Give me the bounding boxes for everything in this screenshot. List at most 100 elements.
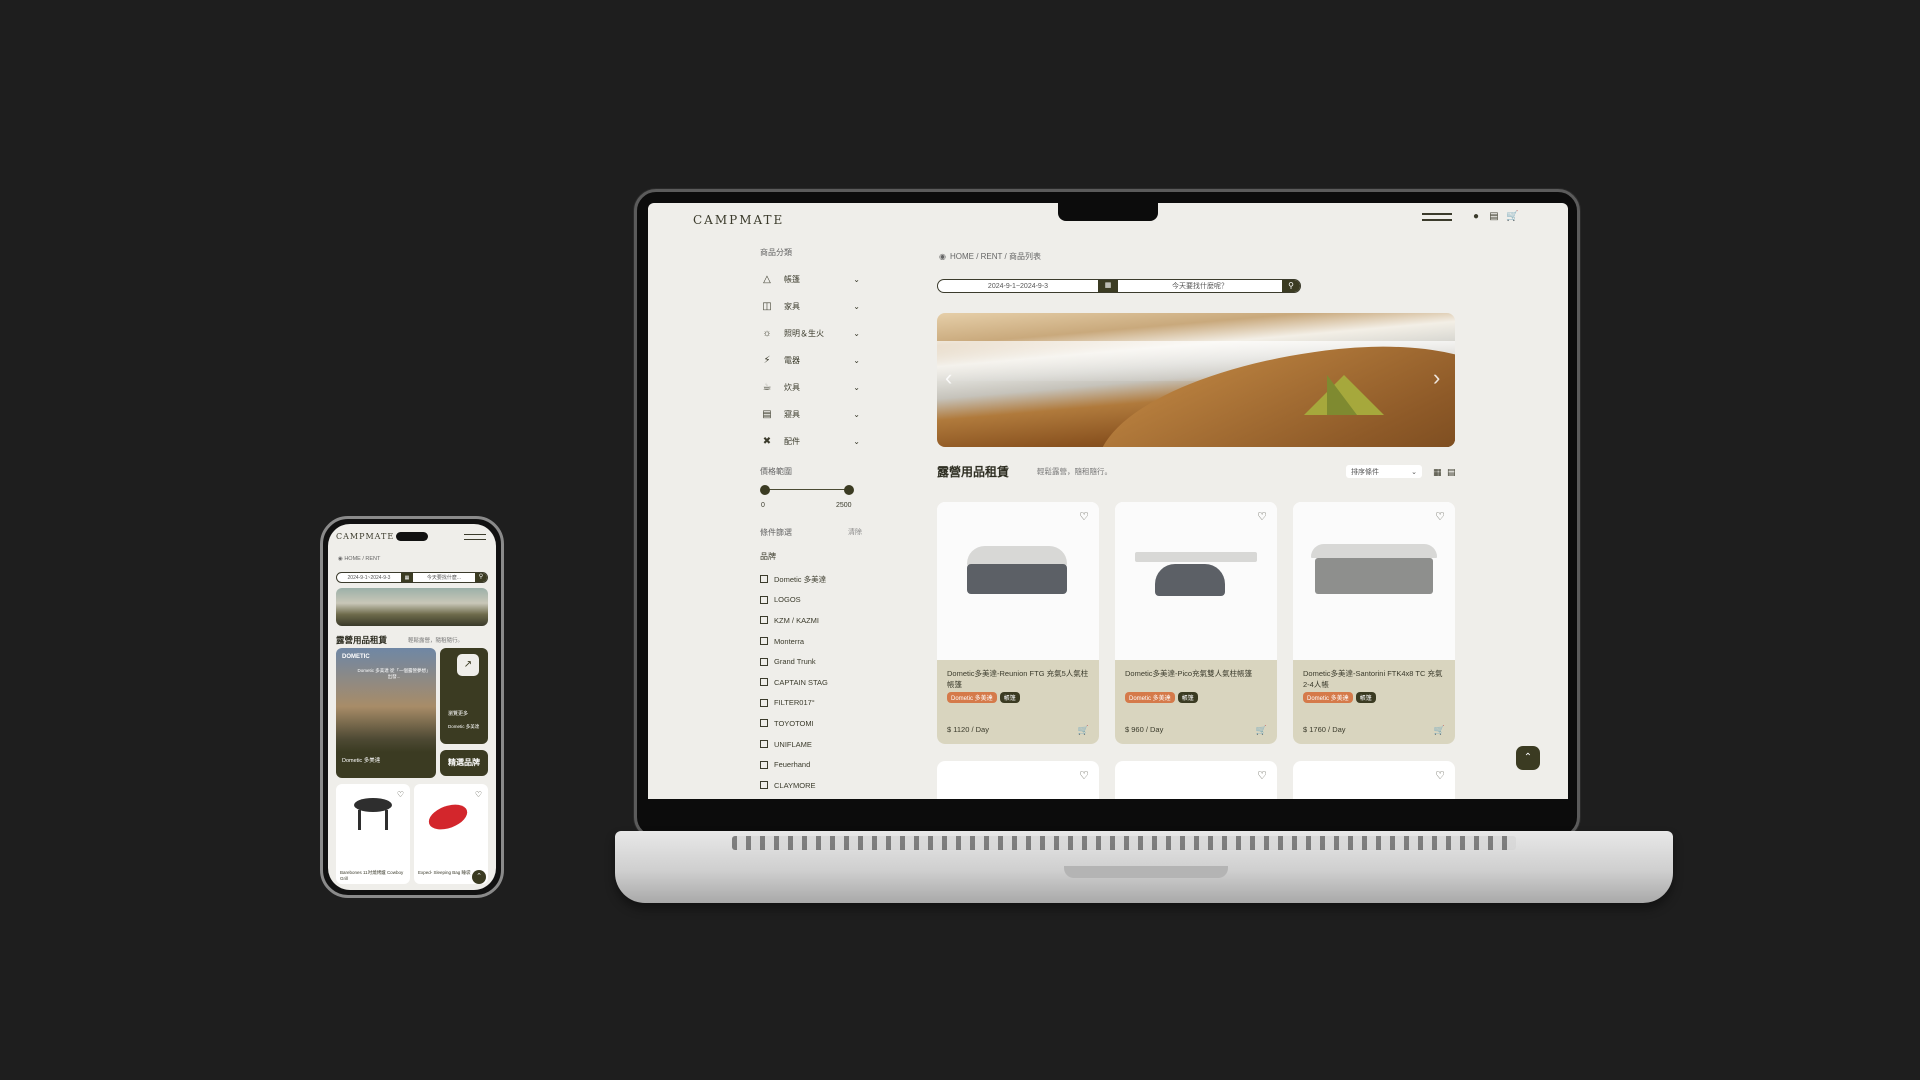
category-tag: 帳篷 (999, 692, 1020, 703)
brand-checkbox-item[interactable]: UNIFLAME (760, 734, 828, 755)
category-bedding[interactable]: ▤ 寢具 ⌄ (760, 401, 860, 428)
heart-icon[interactable]: ♡ (1435, 510, 1445, 523)
brand-label: Feuerhand (774, 760, 811, 770)
checkbox[interactable] (760, 698, 768, 707)
arrow-up-right-icon[interactable]: ↗ (457, 654, 479, 676)
search-icon[interactable]: ⚲ (1282, 280, 1300, 292)
category-tent[interactable]: △ 帳篷 ⌄ (760, 266, 860, 293)
chevron-down-icon[interactable]: ⌄ (853, 383, 860, 392)
brand-checkbox-item[interactable]: CAPTAIN STAG (760, 672, 828, 693)
user-icon[interactable]: ● (1470, 211, 1482, 223)
brand-checkbox-item[interactable]: Monterra (760, 631, 828, 652)
category-furniture[interactable]: ◫ 家具 ⌄ (760, 293, 860, 320)
brand-promo-card[interactable]: DOMETIC Dometic 多美達 從「一個露營夢想」出發... Domet… (336, 648, 436, 778)
brand-checkbox-item[interactable]: FILTER017° (760, 693, 828, 714)
category-electric[interactable]: ⚡ 電器 ⌄ (760, 347, 860, 374)
back-to-top-button[interactable]: ⌃ (1516, 746, 1540, 770)
add-to-cart-icon[interactable]: 🛒 (1256, 725, 1267, 736)
product-card[interactable]: ♡ Barebones 11吋燒烤爐 Cowboy Grill (336, 784, 410, 884)
brand-checkbox-item[interactable]: Dometic 多美達 (760, 569, 828, 590)
date-range-input[interactable]: 2024-9-1~2024-9-3 (938, 283, 1098, 290)
grid-view-icon[interactable]: ▦ (1433, 467, 1442, 478)
sort-dropdown[interactable]: 排序條件 ⌄ (1346, 465, 1422, 478)
product-name[interactable]: Dometic多美達-Reunion FTG 充氣5人氣柱帳篷 (947, 668, 1089, 690)
brand-checkbox-item[interactable]: Grand Trunk (760, 651, 828, 672)
brand-checkbox-item[interactable]: TOYOTOMI (760, 713, 828, 734)
brand-checkbox-item[interactable]: KZM / KAZMI (760, 610, 828, 631)
checkbox[interactable] (760, 575, 768, 584)
add-to-cart-icon[interactable]: 🛒 (1434, 725, 1445, 736)
calendar-icon[interactable]: ▦ (401, 573, 413, 582)
site-logo[interactable]: CAMPMATE (693, 213, 784, 227)
menu-icon[interactable] (464, 534, 486, 540)
breadcrumb-text[interactable]: HOME / RENT (344, 556, 380, 562)
checkbox[interactable] (760, 595, 768, 604)
message-icon[interactable]: ▤ (1488, 211, 1500, 223)
category-accessories[interactable]: ✖ 配件 ⌄ (760, 428, 860, 455)
checkbox[interactable] (760, 781, 768, 790)
category-lighting[interactable]: ☼ 照明＆生火 ⌄ (760, 320, 860, 347)
chevron-down-icon[interactable]: ⌄ (853, 410, 860, 419)
clear-filter-link[interactable]: 清除 (848, 527, 862, 537)
heart-icon[interactable]: ♡ (475, 790, 482, 799)
browse-more-card[interactable]: ↗ 瀏覽更多 Dometic 多美達 (440, 648, 488, 744)
category-label: 電器 (784, 356, 800, 365)
site-logo[interactable]: CAMPMATE (336, 532, 394, 541)
category-cookware[interactable]: ☕ 炊具 ⌄ (760, 374, 860, 401)
camera-notch (1058, 203, 1158, 221)
calendar-icon[interactable]: ▦ (1098, 280, 1118, 292)
back-to-top-button[interactable]: ⌃ (472, 870, 486, 884)
brand-label: Grand Trunk (774, 657, 816, 667)
checkbox[interactable] (760, 637, 768, 646)
checkbox[interactable] (760, 616, 768, 625)
checkbox[interactable] (760, 740, 768, 749)
heart-icon[interactable]: ♡ (1079, 510, 1089, 523)
product-card[interactable]: ♡ (937, 761, 1099, 799)
browse-more-brand: Dometic 多美達 (448, 724, 480, 729)
product-card[interactable]: ♡ Dometic多美達-Santorini FTK4x8 TC 充氣2-4人帳… (1293, 502, 1455, 744)
chevron-down-icon[interactable]: ⌄ (853, 356, 860, 365)
search-input[interactable]: 今天要找什麼呢？ (1118, 281, 1282, 291)
checkbox[interactable] (760, 719, 768, 728)
brand-checkbox-item[interactable]: LOGOS (760, 590, 828, 611)
product-name[interactable]: Dometic多美達-Santorini FTK4x8 TC 充氣2-4人帳 (1303, 668, 1445, 690)
search-input[interactable]: 今天要找什麼... (413, 574, 475, 581)
tent-body (1155, 564, 1225, 596)
product-card[interactable]: ♡ (1293, 761, 1455, 799)
cart-icon[interactable]: 🛒 (1506, 211, 1518, 223)
heart-icon[interactable]: ♡ (397, 790, 404, 799)
product-name[interactable]: Dometic多美達-Pico充氣雙人氣柱帳篷 (1125, 668, 1267, 690)
chevron-down-icon[interactable]: ⌄ (853, 302, 860, 311)
checkbox[interactable] (760, 657, 768, 666)
search-bar: 2024-9-1~2024-9-3 ▦ 今天要找什麼呢？ ⚲ (937, 279, 1301, 293)
date-range-input[interactable]: 2024-9-1~2024-9-3 (337, 575, 401, 581)
carousel-prev-icon[interactable]: ‹ (945, 365, 952, 391)
heart-icon[interactable]: ♡ (1435, 769, 1445, 782)
list-view-icon[interactable]: ▤ (1447, 467, 1456, 478)
price-slider-min-handle[interactable] (760, 485, 770, 495)
price-slider-max-handle[interactable] (844, 485, 854, 495)
product-name[interactable]: Barebones 11吋燒烤爐 Cowboy Grill (340, 870, 406, 882)
product-card[interactable]: ♡ Dometic多美達-Reunion FTG 充氣5人氣柱帳篷 Dometi… (937, 502, 1099, 744)
chevron-down-icon[interactable]: ⌄ (853, 437, 860, 446)
brand-checkbox-item[interactable]: Feuerhand (760, 754, 828, 775)
brand-checkbox-item[interactable]: CLAYMORE (760, 775, 828, 796)
product-card[interactable]: ♡ Exped- Sleeping Bag 睡袋 (414, 784, 488, 884)
heart-icon[interactable]: ♡ (1257, 769, 1267, 782)
banner-tent-shade (1327, 375, 1357, 415)
heart-icon[interactable]: ♡ (1079, 769, 1089, 782)
product-card[interactable]: ♡ Dometic多美達-Pico充氣雙人氣柱帳篷 Dometic 多美達 帳篷 … (1115, 502, 1277, 744)
carousel-next-icon[interactable]: › (1433, 365, 1440, 391)
menu-icon[interactable] (1422, 213, 1452, 221)
search-icon[interactable]: ⚲ (475, 573, 487, 582)
product-card[interactable]: ♡ (1115, 761, 1277, 799)
chevron-down-icon[interactable]: ⌄ (853, 275, 860, 284)
chevron-down-icon[interactable]: ⌄ (853, 329, 860, 338)
heart-icon[interactable]: ♡ (1257, 510, 1267, 523)
add-to-cart-icon[interactable]: 🛒 (1078, 725, 1089, 736)
price-slider-track[interactable] (764, 489, 846, 490)
checkbox[interactable] (760, 760, 768, 769)
checkbox[interactable] (760, 678, 768, 687)
breadcrumb-text[interactable]: HOME / RENT / 商品列表 (950, 251, 1041, 262)
featured-brands-button[interactable]: 精選品牌 (440, 750, 488, 776)
